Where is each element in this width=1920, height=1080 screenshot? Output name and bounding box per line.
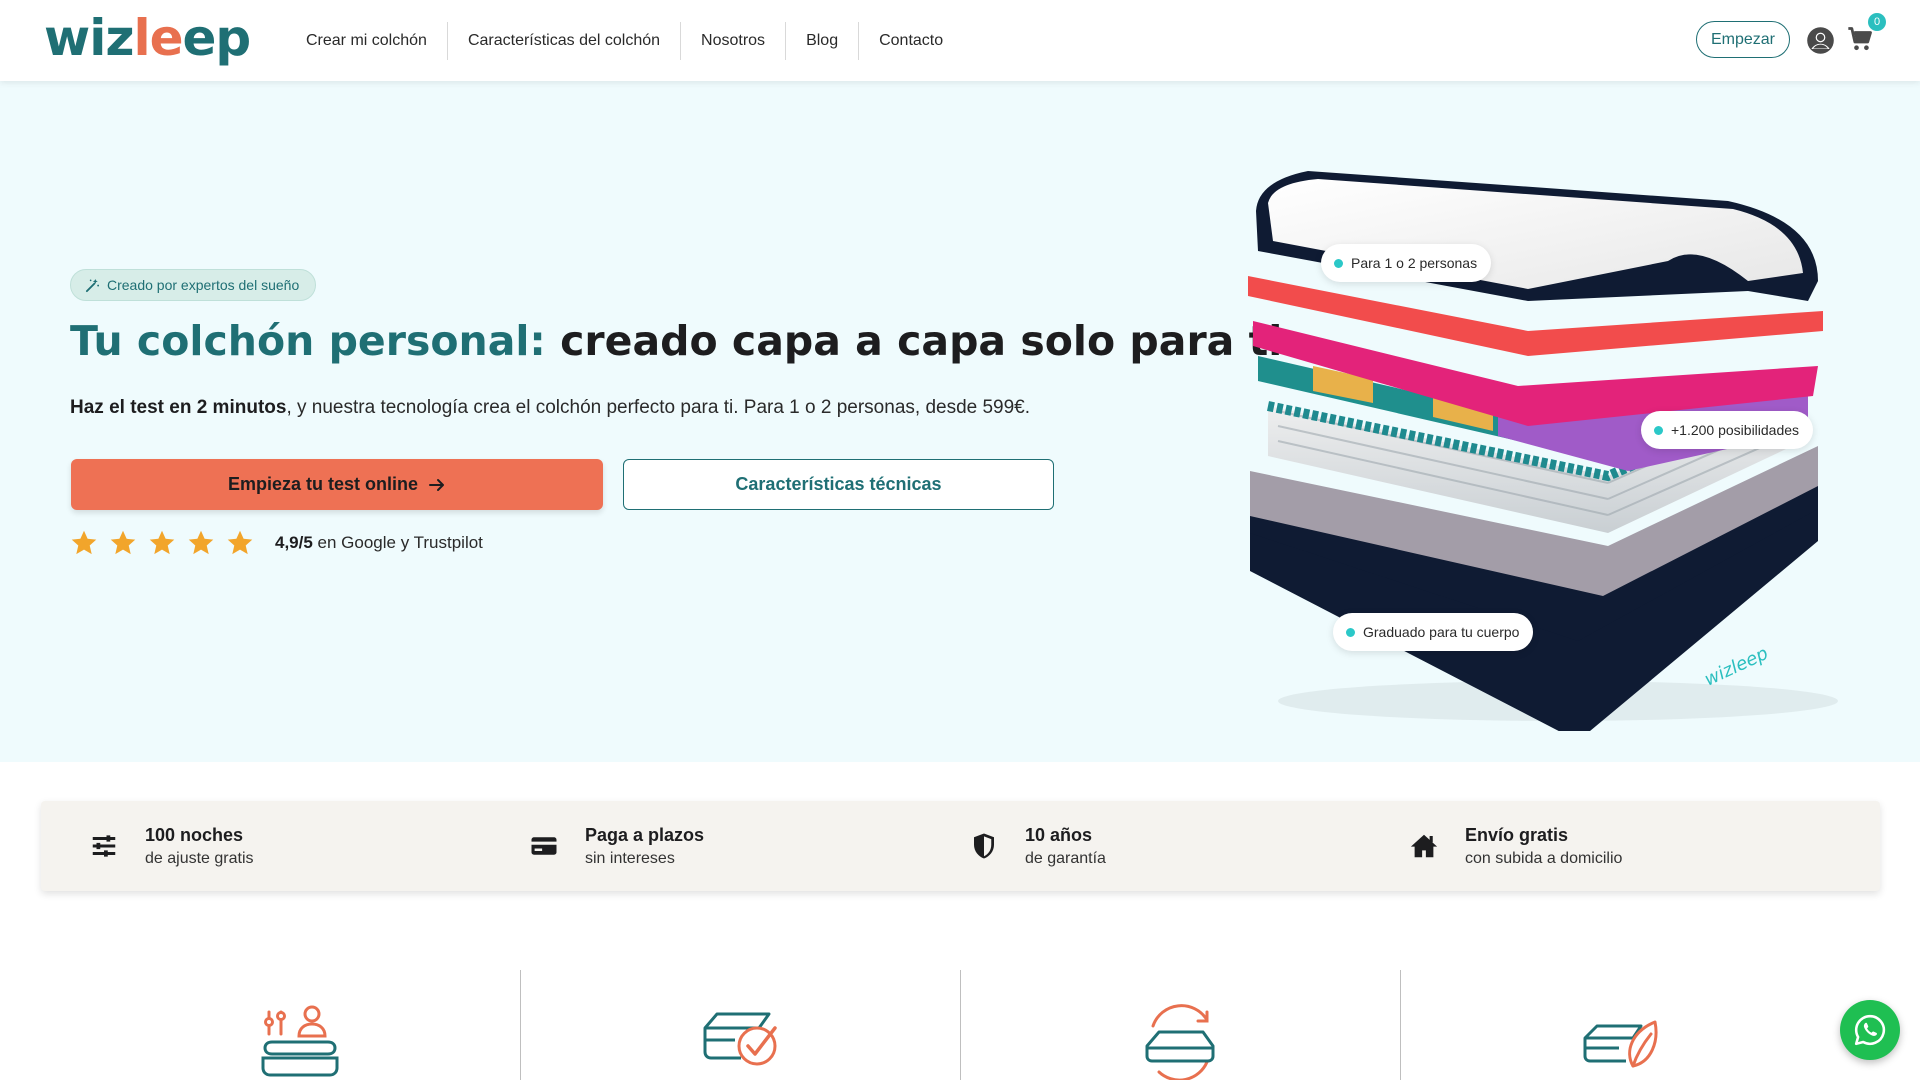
- expert-tag-label: Creado por expertos del sueño: [107, 277, 300, 293]
- shield-icon: [974, 833, 994, 859]
- star-icon: [188, 530, 214, 555]
- top-navbar: wiz le ep Crear mi colchón Características…: [0, 0, 1920, 81]
- whatsapp-icon: [1854, 1014, 1886, 1046]
- menu-item-nosotros[interactable]: Nosotros: [680, 22, 785, 60]
- menu-item-caracteristicas[interactable]: Características del colchón: [446, 22, 680, 60]
- star-icon: [227, 530, 253, 555]
- benefits-bar: 100 noches de ajuste gratis Paga a plazo…: [41, 801, 1880, 891]
- rating-source: en Google y Trustpilot: [312, 533, 483, 552]
- benefit-title: Envío gratis: [1465, 824, 1569, 845]
- label-people: Para 1 o 2 personas: [1321, 244, 1492, 282]
- dot-icon: [1334, 258, 1343, 268]
- feature-item: [80, 970, 520, 1080]
- benefit-subtitle: sin intereses: [585, 849, 675, 867]
- sliders-icon: [92, 835, 116, 857]
- whatsapp-button[interactable]: [1840, 1000, 1900, 1060]
- benefit-item: Envío gratis con subida a domicilio: [1361, 801, 1801, 891]
- star-icon: [149, 530, 175, 555]
- dot-icon: [1654, 425, 1663, 435]
- benefit-title: 100 noches: [145, 824, 244, 845]
- start-test-label: Empieza tu test online: [227, 474, 419, 494]
- headline-accent: Tu colchón personal:: [70, 317, 546, 365]
- subtext-bold: Haz el test en 2 minutos: [70, 397, 287, 418]
- benefit-subtitle: de ajuste gratis: [145, 849, 254, 867]
- arrow-right-icon: [429, 478, 445, 491]
- benefit-subtitle: con subida a domicilio: [1465, 849, 1623, 867]
- wizleep-logo[interactable]: wiz le ep: [44, 8, 252, 68]
- menu-item-crear[interactable]: Crear mi colchón: [286, 22, 447, 60]
- feature-item: [1400, 970, 1840, 1080]
- subtext-rest: , y nuestra tecnología crea el colchón p…: [286, 397, 1031, 418]
- mattress-refresh-icon: [1145, 1004, 1215, 1080]
- logo-part-accent: le: [133, 9, 183, 67]
- expert-tag: Creado por expertos del sueño: [70, 269, 317, 301]
- label-graduated-text: Graduado para tu cuerpo: [1363, 624, 1520, 640]
- label-graduated: Graduado para tu cuerpo: [1333, 613, 1534, 651]
- logo-part: ep: [182, 9, 252, 67]
- dot-icon: [1346, 627, 1355, 637]
- rating-row: 4,9/5 en Google y Trustpilot: [70, 529, 483, 557]
- menu-item-blog[interactable]: Blog: [785, 22, 858, 60]
- mattress-check-icon: [703, 1012, 777, 1066]
- star-icon: [71, 530, 97, 555]
- menu-item-contacto[interactable]: Contacto: [858, 22, 963, 60]
- cart-count-badge: 0: [1868, 13, 1886, 31]
- start-test-button[interactable]: Empieza tu test online: [71, 459, 603, 510]
- hero-section: Creado por expertos del sueño Tu colchón…: [0, 81, 1920, 762]
- mattress-layers-image: wizleep Para 1 o 2 personas +1.200 posib…: [1228, 141, 1868, 741]
- benefit-subtitle: de garantía: [1025, 849, 1106, 867]
- magic-wand-icon: [85, 278, 100, 292]
- label-people-text: Para 1 o 2 personas: [1351, 255, 1478, 271]
- rating-value: 4,9/5: [275, 533, 313, 552]
- hero-subtext: Haz el test en 2 minutos, y nuestra tecn…: [70, 397, 1030, 419]
- user-circle-icon[interactable]: [1806, 26, 1835, 55]
- benefit-title: 10 años: [1025, 824, 1093, 845]
- logo-part: wiz: [44, 9, 134, 67]
- credit-card-icon: [531, 837, 557, 855]
- benefit-item: Paga a plazos sin intereses: [481, 801, 921, 891]
- feature-item: [960, 970, 1400, 1080]
- feature-item: [520, 970, 960, 1080]
- benefit-item: 100 noches de ajuste gratis: [41, 801, 481, 891]
- technical-features-button[interactable]: Características técnicas: [623, 459, 1054, 510]
- mattress-brand-mark: wizleep: [1701, 643, 1771, 691]
- custom-mattress-icon: [261, 1005, 339, 1077]
- home-icon: [1410, 834, 1438, 858]
- label-possibilities: +1.200 posibilidades: [1641, 411, 1814, 449]
- rating-text: 4,9/5 en Google y Trustpilot: [275, 533, 483, 553]
- star-icon: [110, 530, 136, 555]
- empezar-button[interactable]: Empezar: [1696, 21, 1790, 58]
- main-menu: Crear mi colchón Características del col…: [286, 22, 963, 60]
- label-possibilities-text: +1.200 posibilidades: [1671, 422, 1800, 438]
- benefit-title: Paga a plazos: [585, 824, 705, 845]
- headline-rest: creado capa a capa solo para ti: [560, 317, 1283, 365]
- cart-icon[interactable]: [1846, 25, 1874, 53]
- hero-headline: Tu colchón personal: creado capa a capa …: [70, 317, 1282, 365]
- features-row: [80, 970, 1840, 1080]
- mattress-leaf-icon: [1583, 1020, 1658, 1068]
- benefit-item: 10 años de garantía: [921, 801, 1361, 891]
